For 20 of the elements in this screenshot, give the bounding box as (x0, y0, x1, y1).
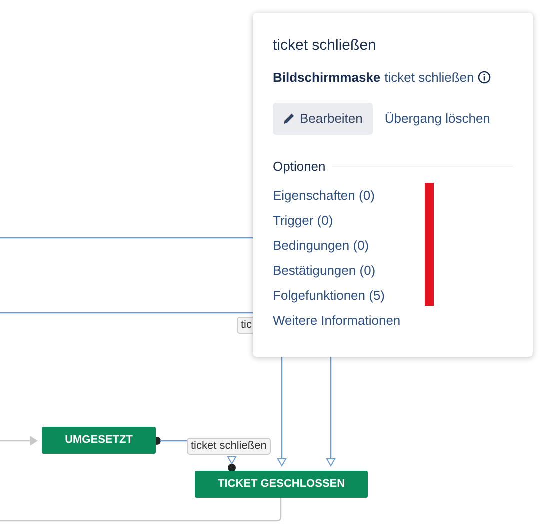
option-link[interactable]: Bedingungen (0) (273, 236, 370, 255)
option-link[interactable]: Folgefunktionen (5) (273, 286, 386, 305)
delete-transition-link[interactable]: Übergang löschen (384, 109, 490, 128)
pencil-icon (283, 112, 296, 126)
transition-label[interactable]: ticket schließen (187, 438, 271, 455)
option-link[interactable]: Trigger (0) (273, 211, 334, 230)
option-link[interactable]: Bestätigungen (0) (273, 261, 376, 280)
screen-link[interactable]: ticket schließen (384, 68, 474, 87)
option-link[interactable]: Eigenschaften (0) (273, 186, 375, 205)
status-node[interactable]: TICKET GESCHLOSSEN (195, 471, 368, 498)
popover-title: ticket schließen (273, 36, 378, 56)
option-link[interactable]: Weitere Informationen (273, 311, 401, 330)
connector-dot (228, 464, 236, 472)
edit-button[interactable]: Bearbeiten (273, 103, 373, 134)
screen-label: Bildschirmmaske (273, 68, 381, 86)
connector-arrow (227, 456, 237, 465)
info-icon[interactable] (478, 70, 492, 84)
connector-arrow (0, 436, 38, 446)
status-node[interactable]: UMGESETZT (42, 427, 156, 454)
section-heading: Optionen (273, 158, 326, 176)
